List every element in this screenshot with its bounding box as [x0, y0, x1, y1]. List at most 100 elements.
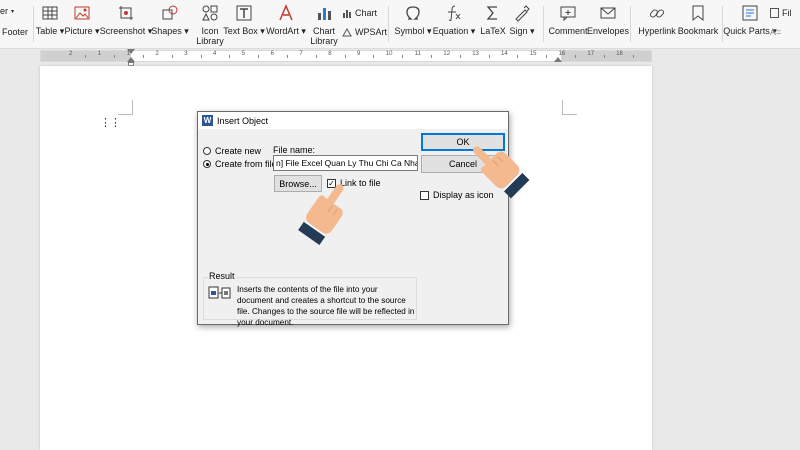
create-new-radio-dot[interactable] [203, 147, 211, 155]
ruler-tick [431, 55, 432, 58]
result-group: Inserts the contents of the file into yo… [203, 277, 417, 327]
hyperlink-button[interactable]: Hyperlink [635, 4, 679, 36]
ruler-number: 14 [501, 51, 508, 57]
bookmark-button[interactable]: Bookmark [676, 4, 720, 36]
ruler-tick [287, 55, 288, 58]
chart-button[interactable]: Chart [342, 8, 377, 18]
ruler-tick [402, 55, 404, 58]
text-box-label: Text Box ▾ [223, 26, 265, 36]
pointer-hand-icon [473, 146, 530, 199]
file-partial-button[interactable]: Fil [770, 8, 792, 18]
symbol-button[interactable]: Symbol ▾ [391, 4, 435, 36]
footer-button[interactable]: Footer [2, 27, 28, 37]
screenshot-icon [117, 4, 135, 22]
sign-icon [513, 4, 531, 22]
shapes-icon [161, 4, 179, 22]
hyperlink-label: Hyperlink [638, 26, 676, 36]
quick-parts-button[interactable]: Quick Parts ▾ [723, 4, 777, 36]
ruler-tick [632, 55, 634, 58]
quick-parts-label: Quick Parts ▾ [723, 26, 777, 36]
equation-label: Equation ▾ [432, 26, 476, 36]
display-as-icon-box[interactable] [420, 190, 429, 200]
drag-handle-icon[interactable]: ⋮⋮ [100, 116, 121, 129]
ruler-tick [459, 55, 461, 58]
linked-object-icon [208, 286, 232, 300]
partial-item-right[interactable]: A= [770, 27, 781, 37]
sign-label: Sign ▾ [509, 26, 535, 36]
ruler-tick [344, 55, 346, 58]
shapes-label: Shapes ▾ [151, 26, 189, 36]
ruler-tick [603, 55, 605, 58]
wpsart-icon [342, 27, 352, 37]
wordart-icon [277, 4, 295, 22]
create-from-file-radio[interactable]: Create from file [203, 159, 277, 169]
dialog-title-bar[interactable]: W Insert Object [198, 112, 508, 129]
first-line-indent-marker[interactable] [127, 49, 135, 54]
ruler-number: 12 [443, 51, 451, 57]
result-label: Result [208, 271, 236, 281]
file-name-label: File name: [273, 145, 316, 155]
ruler-number: 8 [328, 51, 332, 57]
wpsart-button[interactable]: WPSArt [342, 27, 387, 37]
sign-button[interactable]: Sign ▾ [500, 4, 544, 36]
create-new-radio[interactable]: Create new [203, 146, 261, 156]
hyperlink-icon [648, 4, 666, 22]
picture-label: Picture ▾ [64, 26, 100, 36]
ruler-tick [229, 55, 231, 58]
ruler-tick [143, 55, 144, 58]
ruler-tick [546, 55, 548, 58]
ruler-number: 5 [241, 51, 246, 57]
envelopes-button[interactable]: Envelopes [586, 4, 630, 36]
comment-icon [559, 4, 577, 22]
bookmark-icon [689, 4, 707, 22]
ribbon-partial-item[interactable]: er ▾ [0, 6, 14, 16]
ruler-tick [258, 55, 260, 58]
bookmark-label: Bookmark [677, 26, 719, 36]
equation-icon [445, 4, 463, 22]
ruler-number: 2 [69, 51, 73, 57]
comment-label: Comment [548, 26, 588, 36]
file-icon [770, 8, 779, 18]
ruler-tick [114, 55, 116, 58]
symbol-label: Symbol ▾ [394, 26, 432, 36]
ruler-number: 13 [472, 51, 479, 57]
pointer-hand-icon [298, 184, 344, 245]
chart-label: Chart [355, 8, 378, 18]
text-box-button[interactable]: Text Box ▾ [222, 4, 266, 36]
symbol-icon [404, 4, 422, 22]
chart-library-label: Chart [312, 26, 335, 36]
ruler-number: 18 [616, 51, 623, 57]
ruler-tick [517, 55, 519, 58]
picture-icon [73, 4, 91, 22]
chart-library-button[interactable]: Chart Library [302, 4, 346, 46]
comment-button[interactable]: Comment [546, 4, 590, 36]
equation-button[interactable]: Equation ▾ [432, 4, 476, 36]
margin-corner-top-right [562, 100, 577, 115]
picture-button[interactable]: Picture ▾ [60, 4, 104, 36]
file-name-input[interactable]: n] File Excel Quan Ly Thu Chi Ca Nhan.xl… [273, 155, 418, 171]
chart-small-icon [342, 9, 352, 18]
dialog-title: Insert Object [217, 115, 269, 126]
icon-library-label: Icon [201, 26, 219, 36]
table-icon [41, 4, 59, 22]
screenshot-button[interactable]: Screenshot ▾ [100, 4, 152, 36]
ribbon-separator [388, 6, 389, 42]
ruler-number: 4 [213, 51, 217, 57]
ruler-number: 1 [97, 51, 102, 57]
ruler-tick [315, 55, 317, 58]
ruler-tick [575, 55, 576, 58]
ruler-number: 10 [385, 51, 393, 57]
right-indent-marker[interactable] [554, 57, 562, 62]
ruler-number: 15 [529, 51, 537, 57]
shapes-button[interactable]: Shapes ▾ [148, 4, 192, 36]
envelopes-label: Envelopes [586, 26, 630, 36]
margin-corner-top-left [118, 100, 133, 115]
icon-library-label-line2: Library [196, 36, 224, 46]
create-new-label: Create new [215, 146, 262, 156]
word-logo-icon: W [202, 115, 213, 126]
create-from-file-radio-dot[interactable] [203, 160, 211, 168]
quick-parts-icon [741, 4, 759, 22]
ribbon-separator [630, 6, 631, 42]
wordart-label: WordArt ▾ [266, 26, 306, 36]
ruler-tick [200, 55, 202, 58]
